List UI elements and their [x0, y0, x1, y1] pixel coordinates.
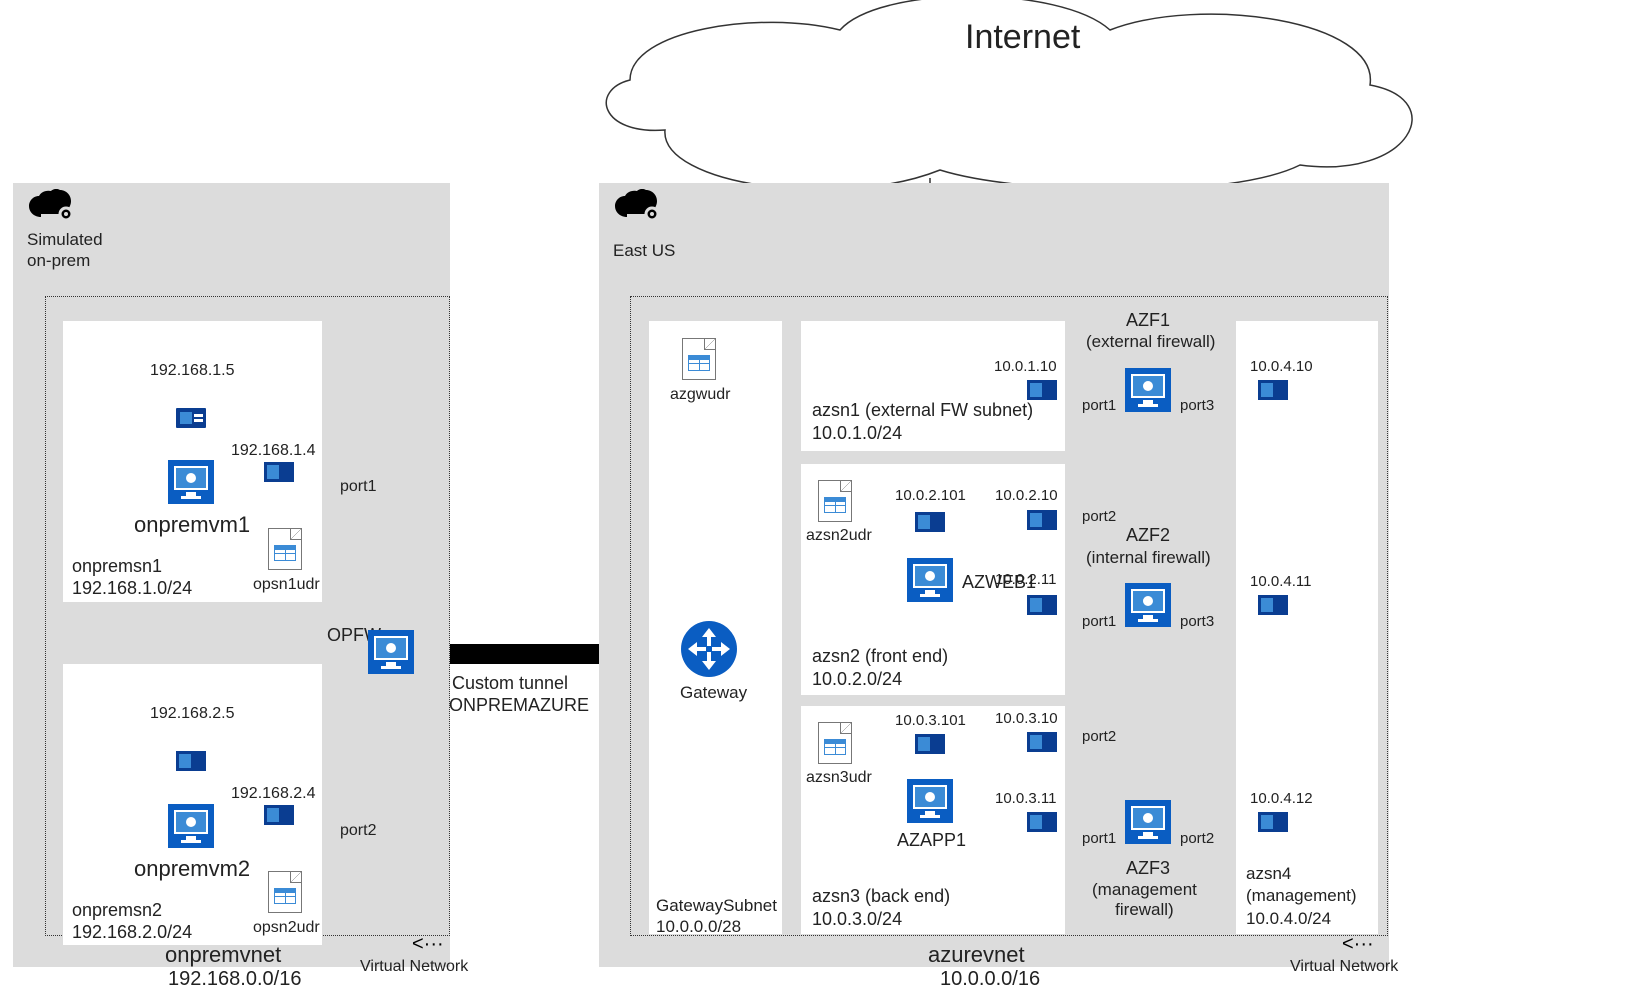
azweb1-icon: [907, 558, 953, 602]
onprem-vm1-icon: [168, 460, 214, 504]
azsn3-nic-ip: 10.0.3.101: [895, 712, 966, 729]
nic-icon: [1027, 510, 1057, 530]
azsn4-azf3-ip: 10.0.4.12: [1250, 790, 1313, 807]
nic-icon: [915, 512, 945, 532]
udr-table-icon: [818, 480, 852, 522]
azure-vnet-name: azurevnet: [928, 942, 1025, 968]
nic-icon: [264, 805, 294, 825]
azsn1-cidr: 10.0.1.0/24: [812, 423, 902, 444]
nic-icon: [1027, 812, 1057, 832]
onprem-vm2-nic-ip: 192.168.2.5: [150, 705, 235, 723]
gateway-subnet-cidr: 10.0.0.0/28: [656, 917, 741, 937]
tunnel-label-1: Custom tunnel: [452, 673, 568, 694]
onprem-vm2-icon: [168, 804, 214, 848]
onprem-vm1-nic-ip: 192.168.1.5: [150, 362, 235, 380]
cloud-icon: [613, 189, 669, 225]
nic-icon: [1027, 595, 1057, 615]
vnet-icon: <···>: [1342, 933, 1372, 955]
azf2-port2: port2: [1082, 728, 1116, 745]
azf2-port3: port3: [1180, 613, 1214, 630]
azsn3-desc: azsn3 (back end): [812, 886, 950, 907]
azsn2-udr: azsn2udr: [806, 527, 872, 545]
svg-text:<···>: <···>: [1342, 933, 1372, 955]
azsn4-name: azsn4: [1246, 864, 1291, 884]
azf2-desc: (internal firewall): [1086, 548, 1211, 568]
azure-region-label: East US: [613, 241, 675, 261]
cloud-icon: [27, 189, 83, 225]
azf1-port2: port2: [1082, 508, 1116, 525]
onprem-sn2-name: onpremsn2: [72, 900, 162, 921]
azgwudr-label: azgwudr: [670, 386, 730, 404]
onprem-sn1-udr: opsn1udr: [253, 576, 320, 594]
azf2-icon: [1125, 583, 1171, 627]
udr-table-icon: [268, 528, 302, 570]
onprem-sn2-udr: opsn2udr: [253, 919, 320, 937]
onprem-vnet-cidr: 192.168.0.0/16: [168, 968, 301, 991]
azf2-port2-ip: 10.0.3.10: [995, 710, 1058, 727]
azsn4-desc: (management): [1246, 886, 1357, 906]
azapp1-name: AZAPP1: [897, 830, 966, 851]
azsn3-udr: azsn3udr: [806, 769, 872, 787]
azf1-icon: [1125, 368, 1171, 412]
onprem-vm1-name: onpremvm1: [134, 512, 250, 538]
azure-vnet-cidr: 10.0.0.0/16: [940, 968, 1040, 991]
nic-icon: [1258, 812, 1288, 832]
tunnel-label-2: ONPREMAZURE: [449, 695, 589, 716]
nic-icon: [176, 751, 206, 771]
onprem-sn1-name: onpremsn1: [72, 556, 162, 577]
azsn4-subnet: [1235, 320, 1379, 935]
azf1-port3: port3: [1180, 397, 1214, 414]
opfw-port1: port1: [340, 478, 376, 496]
svg-text:<···>: <···>: [412, 933, 442, 955]
onprem-vnet-tag: Virtual Network: [360, 958, 468, 976]
azf3-port2: port2: [1180, 830, 1214, 847]
azf3-name: AZF3: [1126, 858, 1170, 879]
onprem-sn2-gwip: 192.168.2.4: [231, 785, 316, 803]
nic-icon: [1027, 380, 1057, 400]
opfw-icon: [368, 630, 414, 674]
onprem-region-label: Simulatedon-prem: [27, 229, 103, 272]
udr-table-icon: [268, 871, 302, 913]
udr-table-icon: [682, 338, 716, 380]
azf2-port1: port1: [1082, 613, 1116, 630]
onprem-vm2-name: onpremvm2: [134, 856, 250, 882]
azf1-port1: port1: [1082, 397, 1116, 414]
vnet-icon: <···>: [412, 933, 442, 955]
nic-icon: [1027, 732, 1057, 752]
azsn4-azf2-ip: 10.0.4.11: [1250, 573, 1311, 590]
onprem-sn1-gwip: 192.168.1.4: [231, 442, 316, 460]
udr-table-icon: [818, 722, 852, 764]
azf3-desc: (managementfirewall): [1092, 880, 1197, 920]
azapp1-icon: [907, 779, 953, 823]
azf1-name: AZF1: [1126, 310, 1170, 331]
gateway-subnet-name: GatewaySubnet: [656, 896, 777, 916]
nic-icon: [1258, 380, 1288, 400]
azf3-icon: [1125, 800, 1171, 844]
nic-icon: [915, 734, 945, 754]
nic-icon: [1258, 595, 1288, 615]
onprem-sn2-cidr: 192.168.2.0/24: [72, 922, 192, 943]
internet-label: Internet: [965, 18, 1080, 57]
azsn4-cidr: 10.0.4.0/24: [1246, 909, 1331, 929]
azsn4-azf1-ip: 10.0.4.10: [1250, 358, 1313, 375]
azsn2-cidr: 10.0.2.0/24: [812, 669, 902, 690]
azure-vnet-tag: Virtual Network: [1290, 958, 1398, 976]
azsn2-nic-ip: 10.0.2.101: [895, 487, 966, 504]
gateway-icon: [680, 620, 738, 678]
azsn3-cidr: 10.0.3.0/24: [812, 909, 902, 930]
azf2-name: AZF2: [1126, 525, 1170, 546]
onprem-sn1-cidr: 192.168.1.0/24: [72, 578, 192, 599]
azf2-port1-ip: 10.0.2.11: [995, 571, 1056, 588]
azsn1-port1-ip: 10.0.1.10: [994, 358, 1057, 375]
gateway-label: Gateway: [680, 683, 747, 703]
azf3-port1: port1: [1082, 830, 1116, 847]
azf1-port2-ip: 10.0.2.10: [995, 487, 1058, 504]
nic-icon: [176, 408, 206, 428]
azf1-desc: (external firewall): [1086, 332, 1215, 352]
azsn1-desc: azsn1 (external FW subnet): [812, 400, 1033, 421]
azsn2-desc: azsn2 (front end): [812, 646, 948, 667]
opfw-port2: port2: [340, 822, 376, 840]
azf3-port1-ip: 10.0.3.11: [995, 790, 1056, 807]
nic-icon: [264, 462, 294, 482]
